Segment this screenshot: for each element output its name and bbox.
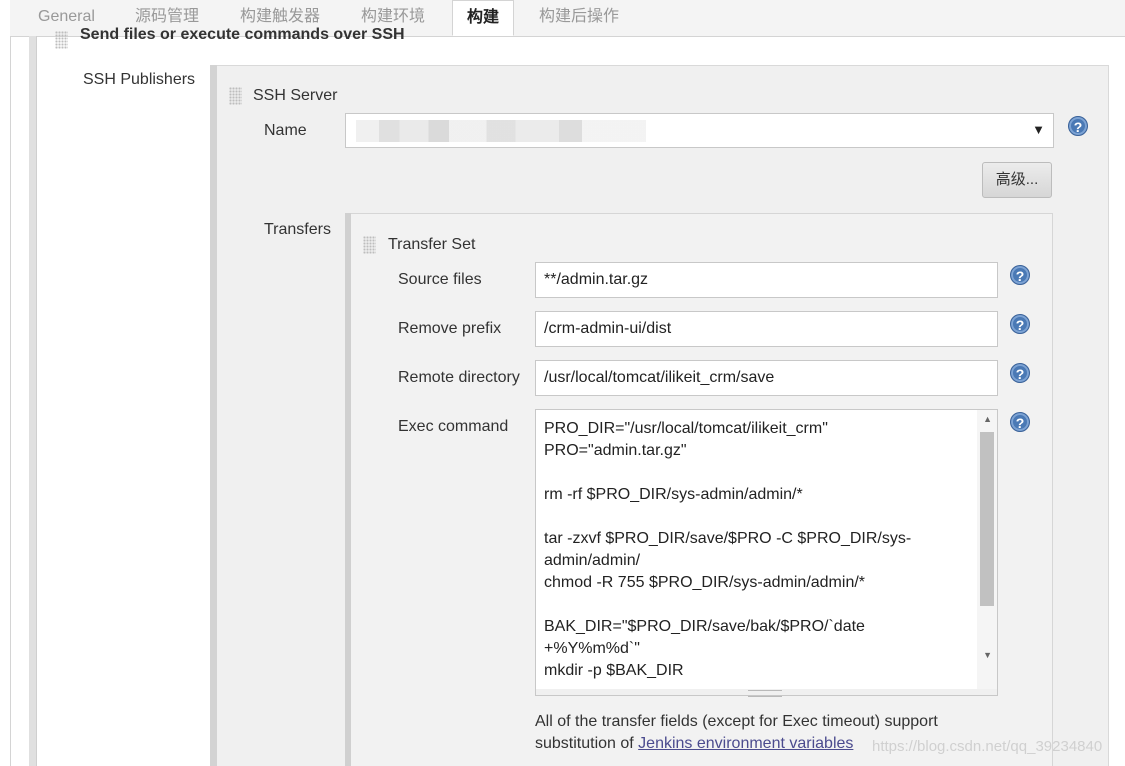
env-variables-link[interactable]: Jenkins environment variables [638,735,853,752]
transfer-set-panel-bar [345,213,351,766]
exec-line: tar -zxvf $PRO_DIR/save/$PRO -C $PRO_DIR… [544,530,912,547]
exec-line: PRO_DIR="/usr/local/tomcat/ilikeit_crm" [544,420,828,437]
source-files-input[interactable]: **/admin.tar.gz [535,262,998,298]
exec-line: BAK_DIR="$PRO_DIR/save/bak/$PRO/`date [544,618,865,635]
transfer-set-title: Transfer Set [388,236,476,253]
resize-grip-icon[interactable] [748,690,782,697]
exec-line: mkdir -p $BAK_DIR [544,662,684,679]
dropdown-arrow-icon: ▼ [1032,122,1045,137]
tab-bar-overlay [10,0,1125,36]
scroll-down-icon[interactable]: ▼ [983,650,992,660]
exec-command-textarea[interactable]: PRO_DIR="/usr/local/tomcat/ilikeit_crm" … [535,409,998,690]
section-bar-edge [36,36,37,766]
exec-line: rm -rf $PRO_DIR/sys-admin/admin/* [544,486,803,503]
note-line-1: All of the transfer fields (except for E… [535,713,938,730]
exec-line: +%Y%m%d`" [544,640,640,657]
server-name-select[interactable]: ▼ [345,113,1054,148]
remove-prefix-label: Remove prefix [398,320,502,337]
help-icon[interactable]: ? [1010,265,1030,285]
remote-directory-label: Remote directory [398,369,520,386]
drag-handle-icon[interactable] [363,236,376,254]
frame-border [10,36,11,766]
drag-handle-icon[interactable] [229,87,242,105]
help-icon[interactable]: ? [1010,314,1030,334]
ssh-publishers-label: SSH Publishers [83,71,196,88]
remote-directory-input[interactable]: /usr/local/tomcat/ilikeit_crm/save [535,360,998,396]
redacted-server-name [356,120,646,142]
scrollbar[interactable]: ▲ ▼ [977,410,997,689]
name-label: Name [264,122,307,139]
remove-prefix-input[interactable]: /crm-admin-ui/dist [535,311,998,347]
exec-line: PRO="admin.tar.gz" [544,442,687,459]
exec-command-label: Exec command [398,418,509,435]
source-files-label: Source files [398,271,482,288]
scroll-up-icon[interactable]: ▲ [983,414,992,424]
help-icon[interactable]: ? [1010,412,1030,432]
watermark: https://blog.csdn.net/qq_39234840 [872,738,1103,755]
exec-line: admin/admin/ [544,552,641,569]
help-icon[interactable]: ? [1068,116,1088,136]
ssh-server-panel-bar [210,65,217,766]
scrollbar-thumb[interactable] [980,432,994,606]
advanced-button[interactable]: 高级... [982,162,1052,198]
exec-line: chmod -R 755 $PRO_DIR/sys-admin/admin/* [544,574,866,591]
ssh-server-title: SSH Server [253,87,338,104]
transfers-label: Transfers [264,221,331,238]
help-icon[interactable]: ? [1010,363,1030,383]
note-prefix: substitution of [535,735,639,752]
section-bar [29,36,36,766]
